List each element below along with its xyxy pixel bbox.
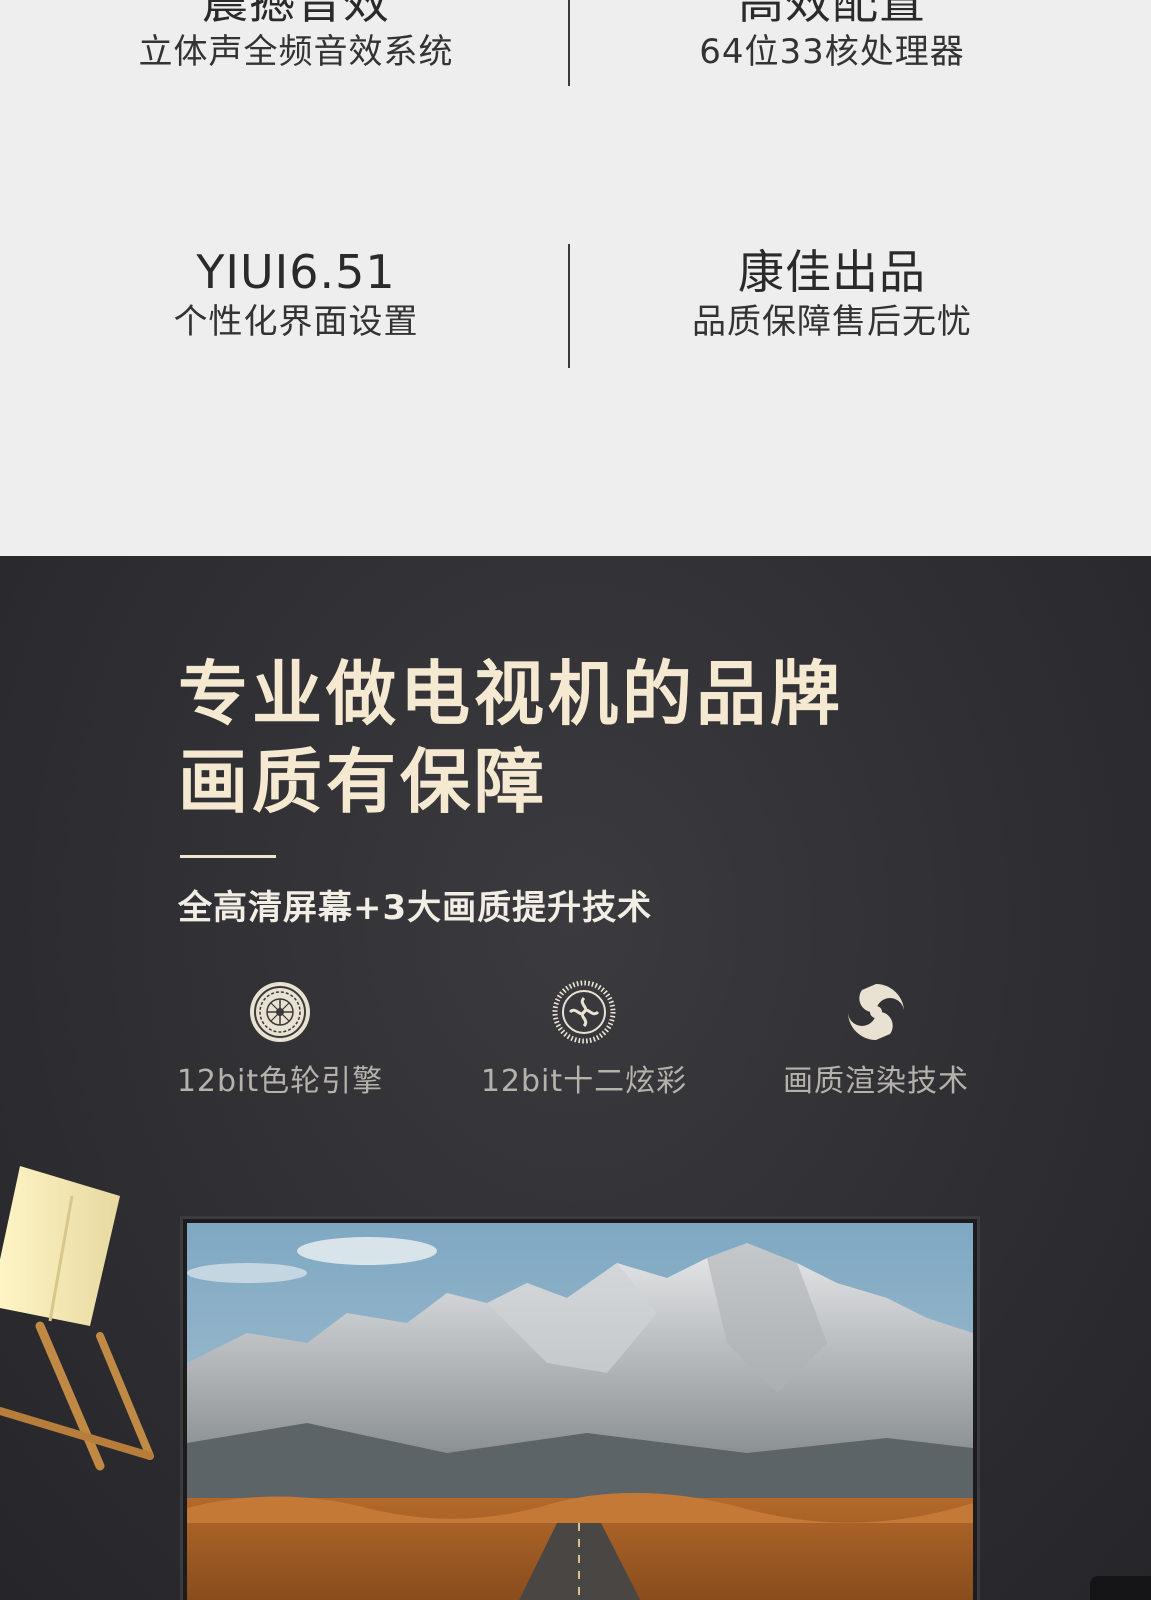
- feature-subtitle: 品质保障售后无忧: [692, 302, 972, 342]
- feature-brand: 康佳出品 品质保障售后无忧: [572, 244, 1092, 344]
- feature-subtitle: 立体声全频音效系统: [138, 32, 454, 72]
- lamp-illustration: [0, 1166, 154, 1471]
- feature-subtitle: 个性化界面设置: [173, 302, 419, 342]
- tech-label: 画质渲染技术: [783, 1064, 969, 1099]
- headline-line2: 画质有保障: [178, 741, 548, 823]
- feature-title: 高效配置: [738, 0, 926, 29]
- promo-headline: 专业做电视机的品牌 画质有保障: [178, 650, 844, 826]
- divider: [568, 0, 570, 86]
- color-wheel-icon: [250, 982, 310, 1042]
- headline-line1: 专业做电视机的品牌: [178, 653, 844, 735]
- yin-yang-render-icon: [848, 984, 904, 1040]
- feature-audio: 震撼音效 立体声全频音效系统: [36, 0, 556, 74]
- feature-section: 震撼音效 立体声全频音效系统 高效配置 64位33核处理器 YIUI6.51 个…: [0, 0, 1151, 556]
- promo-section: 专业做电视机的品牌 画质有保障 全高清屏幕+3大画质提升技术 12bit色轮引擎…: [0, 556, 1151, 1600]
- feature-title: YIUI6.51: [196, 245, 396, 299]
- tech-item-swirl: 12bit十二炫彩: [454, 980, 714, 1102]
- swirl-color-icon: [552, 980, 616, 1044]
- feature-ui: YIUI6.51 个性化界面设置: [36, 244, 556, 344]
- tech-label: 12bit十二炫彩: [480, 1064, 688, 1099]
- tech-label: 12bit色轮引擎: [176, 1064, 384, 1099]
- feature-title: 康佳出品: [738, 245, 926, 299]
- tech-item-render: 画质渲染技术: [746, 980, 1006, 1102]
- feature-config: 高效配置 64位33核处理器: [572, 0, 1092, 74]
- feature-title: 震撼音效: [202, 0, 390, 29]
- landscape-image: [187, 1223, 973, 1600]
- headline-rule: [180, 855, 276, 858]
- tv-display: [180, 1216, 980, 1600]
- promo-subline: 全高清屏幕+3大画质提升技术: [178, 888, 653, 928]
- divider: [568, 244, 570, 368]
- tech-item-color-wheel: 12bit色轮引擎: [150, 980, 410, 1102]
- feature-subtitle: 64位33核处理器: [699, 32, 965, 72]
- decor-cup: [1090, 1576, 1151, 1600]
